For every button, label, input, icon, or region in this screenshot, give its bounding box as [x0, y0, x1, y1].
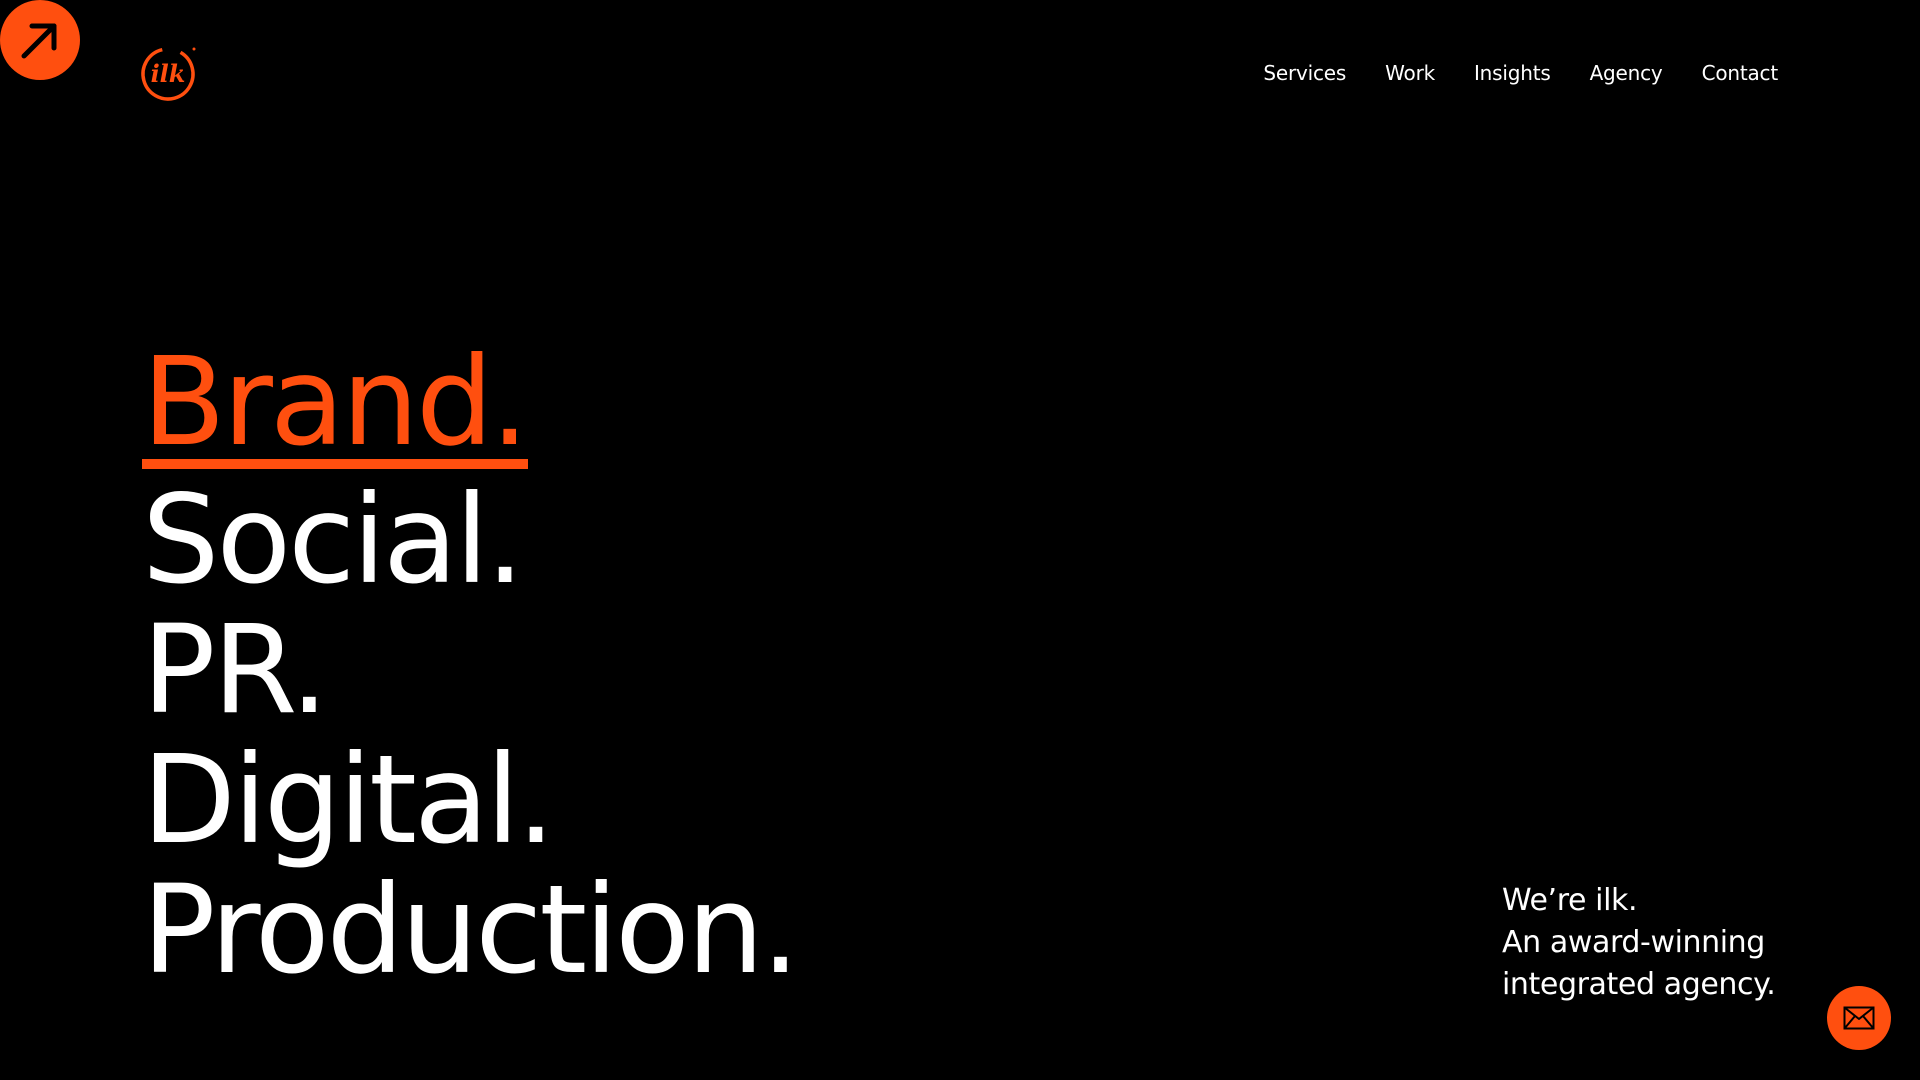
hero-item-digital[interactable]: Digital.: [142, 735, 797, 865]
nav-item-services[interactable]: Services: [1263, 60, 1346, 86]
corner-arrow-button[interactable]: [0, 0, 80, 80]
svg-text:ilk: ilk: [151, 59, 186, 88]
hero-item-brand[interactable]: Brand.: [142, 341, 529, 469]
hero-item-pr[interactable]: PR.: [142, 605, 797, 735]
tagline-line-1: We’re ilk.: [1502, 883, 1638, 918]
nav-item-contact[interactable]: Contact: [1702, 60, 1779, 86]
hero-item-social[interactable]: Social.: [142, 475, 797, 605]
nav-item-agency[interactable]: Agency: [1590, 60, 1663, 86]
tagline-line-2: An award-winning: [1502, 925, 1765, 960]
ilk-logo[interactable]: ilk: [139, 43, 199, 103]
ilk-logo-icon: ilk: [141, 47, 196, 101]
main-nav: Services Work Insights Agency Contact: [1263, 60, 1778, 86]
mail-icon: [1843, 1006, 1875, 1030]
nav-item-work[interactable]: Work: [1385, 60, 1435, 86]
tagline-line-3: integrated agency.: [1502, 967, 1776, 1002]
arrow-up-right-icon: [21, 23, 57, 59]
nav-item-insights[interactable]: Insights: [1474, 60, 1551, 86]
hero-item-production[interactable]: Production.: [142, 865, 800, 995]
agency-tagline: We’re ilk. An award-winning integrated a…: [1502, 880, 1776, 1006]
contact-mail-button[interactable]: [1827, 986, 1891, 1050]
hero-heading: Brand. Social. PR. Digital. Production.: [142, 337, 800, 995]
